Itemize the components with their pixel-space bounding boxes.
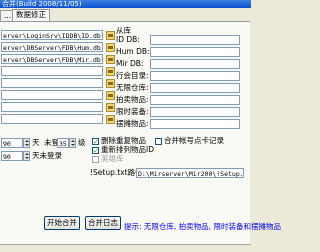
login-level-input[interactable]: 35: [57, 138, 69, 148]
folder-icon[interactable]: [106, 115, 115, 124]
title-bar: 合并(Build 2008/11/05): [0, 0, 251, 8]
secondary-guild-dir-label: 行会目录:: [116, 71, 149, 80]
inactive-days-label: 天未登录: [32, 151, 62, 160]
setup-path-field[interactable]: D:\Mirserver\Mir200\!Setup.txt: [136, 168, 244, 178]
main-path-field[interactable]: [1, 78, 103, 88]
folder-icon[interactable]: [106, 79, 115, 88]
tab-data-fix[interactable]: 数据修正: [12, 9, 50, 21]
level-unit-label: 级: [78, 138, 86, 147]
merge-account-checkbox[interactable]: [155, 138, 162, 145]
folder-icon[interactable]: [106, 91, 115, 100]
folder-icon[interactable]: [106, 55, 115, 64]
merge-log-button[interactable]: 合并日志: [85, 216, 121, 230]
secondary-timed-equip-field[interactable]: [150, 107, 240, 117]
secondary-hum-db-field[interactable]: [150, 47, 240, 57]
hero-db-label: 英雄库: [101, 154, 124, 163]
secondary-mir-db-field[interactable]: [150, 59, 240, 69]
secondary-id-db-field[interactable]: [150, 35, 240, 45]
window-title: 合并(Build 2008/11/05): [2, 0, 82, 8]
main-path-field[interactable]: [1, 66, 103, 76]
folder-icon[interactable]: [106, 67, 115, 76]
secondary-storage-label: 无限仓库:: [116, 83, 149, 92]
main-path-field[interactable]: [1, 102, 103, 112]
secondary-guild-dir-field[interactable]: [150, 71, 240, 81]
spin-icon[interactable]: [23, 138, 30, 148]
folder-icon[interactable]: [106, 43, 115, 52]
secondary-hum-db-label: Hum DB:: [116, 47, 150, 56]
main-id-db-field[interactable]: erver\LoginSrv\IDDB\ID.db: [1, 30, 103, 40]
level-days-label: 天: [32, 138, 40, 147]
inactive-days-input[interactable]: 90: [1, 151, 23, 161]
secondary-timed-equip-label: 限时装备:: [116, 107, 149, 116]
main-panel: erver\LoginSrv\IDDB\ID.db erver\DBServer…: [0, 21, 281, 251]
setup-path-label: !Setup.txt路径: [90, 168, 143, 177]
spin-icon[interactable]: [23, 151, 30, 161]
main-mir-db-field[interactable]: erver\DBServer\FDB\Mir.db: [1, 54, 103, 64]
spin-icon[interactable]: [69, 138, 76, 148]
secondary-auction-label: 拍卖物品:: [116, 95, 149, 104]
start-merge-button[interactable]: 开始合并: [44, 216, 80, 230]
secondary-stall-label: 摆摊物品:: [116, 119, 149, 128]
delete-dup-items-checkbox[interactable]: ✓: [92, 138, 99, 146]
main-path-field[interactable]: [1, 114, 103, 124]
folder-icon[interactable]: [106, 103, 115, 112]
secondary-mir-db-label: Mir DB:: [116, 59, 144, 68]
secondary-stall-field[interactable]: [150, 119, 240, 129]
main-hum-db-field[interactable]: erver\DBServer\FDB\Hum.db: [1, 42, 103, 52]
renumber-items-checkbox[interactable]: ✓: [92, 147, 99, 155]
level-days-input[interactable]: 90: [1, 138, 23, 148]
secondary-auction-field[interactable]: [150, 95, 240, 105]
main-path-field[interactable]: [1, 90, 103, 100]
hint-text: 提示: 无限仓库, 拍卖物品, 限时装备和摆摊物品: [124, 222, 281, 231]
secondary-storage-field[interactable]: [150, 83, 240, 93]
hero-db-checkbox[interactable]: [92, 156, 99, 163]
secondary-id-db-label: ID DB:: [116, 35, 140, 44]
folder-icon[interactable]: [106, 31, 115, 40]
tab-strip: ... 数据修正: [0, 9, 251, 21]
merge-account-label: 合并帐号点卡记录: [164, 136, 224, 145]
